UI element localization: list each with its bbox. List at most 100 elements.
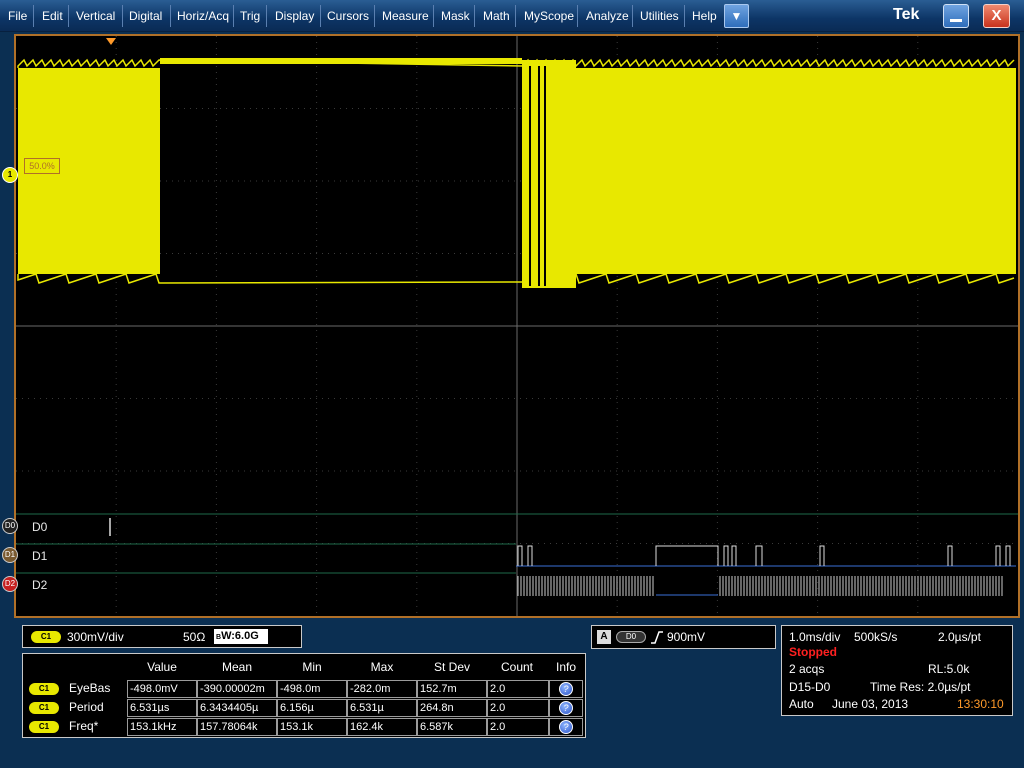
digital-bus: D15-D0 [789,680,831,694]
column-header: Max [370,660,394,674]
measurement-cell-count: 2.0 [487,680,549,698]
trigger-source: D0 [616,631,646,643]
info-icon[interactable]: ? [559,701,573,715]
menu-vertical[interactable]: Vertical [74,7,117,25]
measurement-cell-stdev: 6.587k [417,718,487,736]
column-header: Value [147,660,177,674]
measurement-channel-badge: C1 [29,683,59,695]
measurement-table[interactable]: Value Mean Min Max St Dev Count Info C1 E… [22,653,586,738]
channel-badge: C1 [31,631,61,643]
ch1-burst-gap [544,66,546,286]
d1-pulse [527,545,533,566]
d1-pulse [995,545,1001,566]
trigger-panel[interactable]: A D0 900mV [591,625,776,649]
ch1-burst-gap [529,66,531,286]
menu-help[interactable]: Help [690,7,719,25]
waveform-display[interactable]: D0 D1 D2 50.0% [14,34,1020,618]
graticule [16,36,1018,616]
minimize-icon [950,19,962,22]
trigger-position-marker [106,38,116,45]
minimize-button[interactable] [943,4,969,28]
acquisition-time: 13:30:10 [957,697,1004,711]
trigger-mode-badge: A [597,630,611,644]
menu-bar: File Edit Vertical Digital Horiz/Acq Tri… [0,0,1024,32]
measurement-cell-max: 162.4k [347,718,417,736]
measurement-channel-badge: C1 [29,702,59,714]
menu-horiz-acq[interactable]: Horiz/Acq [175,7,231,25]
measurement-channel-badge: C1 [29,721,59,733]
vertical-scale: 300mV/div [67,630,124,644]
d1-pulse [755,545,763,566]
d1-pulse [1005,545,1011,566]
measurement-cell-max: 6.531µ [347,699,417,717]
menu-digital[interactable]: Digital [127,7,164,25]
timebase: 1.0ms/div [789,630,841,644]
menu-cursors[interactable]: Cursors [325,7,371,25]
menu-dropdown-button[interactable]: ▼ [724,4,749,28]
d1-pulse [819,545,825,566]
input-impedance: 50Ω [183,630,206,644]
d2-pulse-train [517,576,1003,596]
trigger-level: 900mV [667,630,706,644]
info-icon[interactable]: ? [559,720,573,734]
measurement-cell-value: 153.1kHz [127,718,197,736]
sample-rate: 500kS/s [854,630,898,644]
measurement-cell-value: -498.0mV [127,680,197,698]
d1-pulse [947,545,953,566]
resolution-per-point: 2.0µs/pt [938,630,981,644]
measurement-cell-min: 6.156µ [277,699,347,717]
menu-math[interactable]: Math [481,7,512,25]
menu-trig[interactable]: Trig [238,7,262,25]
column-header: Info [555,660,576,674]
measurement-name: Freq* [69,719,99,733]
d1-pulse [517,545,523,566]
column-header: Mean [221,660,253,674]
menu-myscope[interactable]: MyScope [522,7,576,25]
measurement-cell-min: -498.0m [277,680,347,698]
acquisition-count: 2 acqs [789,662,825,676]
d0-position-marker[interactable]: D0 [2,518,18,534]
d1-pulse [655,545,719,566]
measurement-cell-count: 2.0 [487,718,549,736]
measurement-cell-mean: -390.00002m [197,680,277,698]
menu-file[interactable]: File [6,7,29,25]
trigger-mode: Auto [789,697,814,711]
ch1-waveform-burst [576,68,1016,274]
measurement-cell-stdev: 264.8n [417,699,487,717]
d1-pulse [731,545,737,566]
menu-utilities[interactable]: Utilities [638,7,681,25]
rising-edge-icon [651,631,663,644]
channel-panel[interactable]: C1 300mV/div 50Ω BW:6.0G [22,625,302,648]
acquisition-date: June 03, 2013 [832,697,909,711]
measurement-cell-mean: 6.3434405µ [197,699,277,717]
column-header: St Dev [433,660,470,674]
measurement-cell-stdev: 152.7m [417,680,487,698]
measurement-cell-min: 153.1k [277,718,347,736]
info-icon[interactable]: ? [559,682,573,696]
menu-mask[interactable]: Mask [439,7,472,25]
close-button[interactable]: X [983,4,1010,28]
measurement-name: EyeBas [69,681,111,695]
d1-pulse [723,545,729,566]
column-header: Count [500,660,534,674]
digital-label-d0: D0 [32,520,48,534]
d1-position-marker[interactable]: D1 [2,547,18,563]
ch1-burst-gap [538,66,540,286]
bandwidth-indicator: BW:6.0G [214,629,268,644]
digital-label-d1: D1 [32,549,48,563]
digital-label-d2: D2 [32,578,48,592]
measurement-cell-value: 6.531µs [127,699,197,717]
menu-measure[interactable]: Measure [380,7,431,25]
ch1-level-label: 50.0% [24,158,60,174]
menu-analyze[interactable]: Analyze [584,7,631,25]
menu-edit[interactable]: Edit [40,7,65,25]
measurement-cell-mean: 157.78064k [197,718,277,736]
time-resolution: Time Res: 2.0µs/pt [870,680,971,694]
column-header: Min [302,660,322,674]
tek-logo: Tek [893,6,920,23]
ch1-noise-bottom [17,273,1015,284]
d2-position-marker[interactable]: D2 [2,576,18,592]
ch1-position-marker[interactable]: 1 [2,167,18,183]
menu-display[interactable]: Display [273,7,316,25]
acquisition-panel[interactable]: 1.0ms/div 500kS/s 2.0µs/pt Stopped 2 acq… [781,625,1013,716]
